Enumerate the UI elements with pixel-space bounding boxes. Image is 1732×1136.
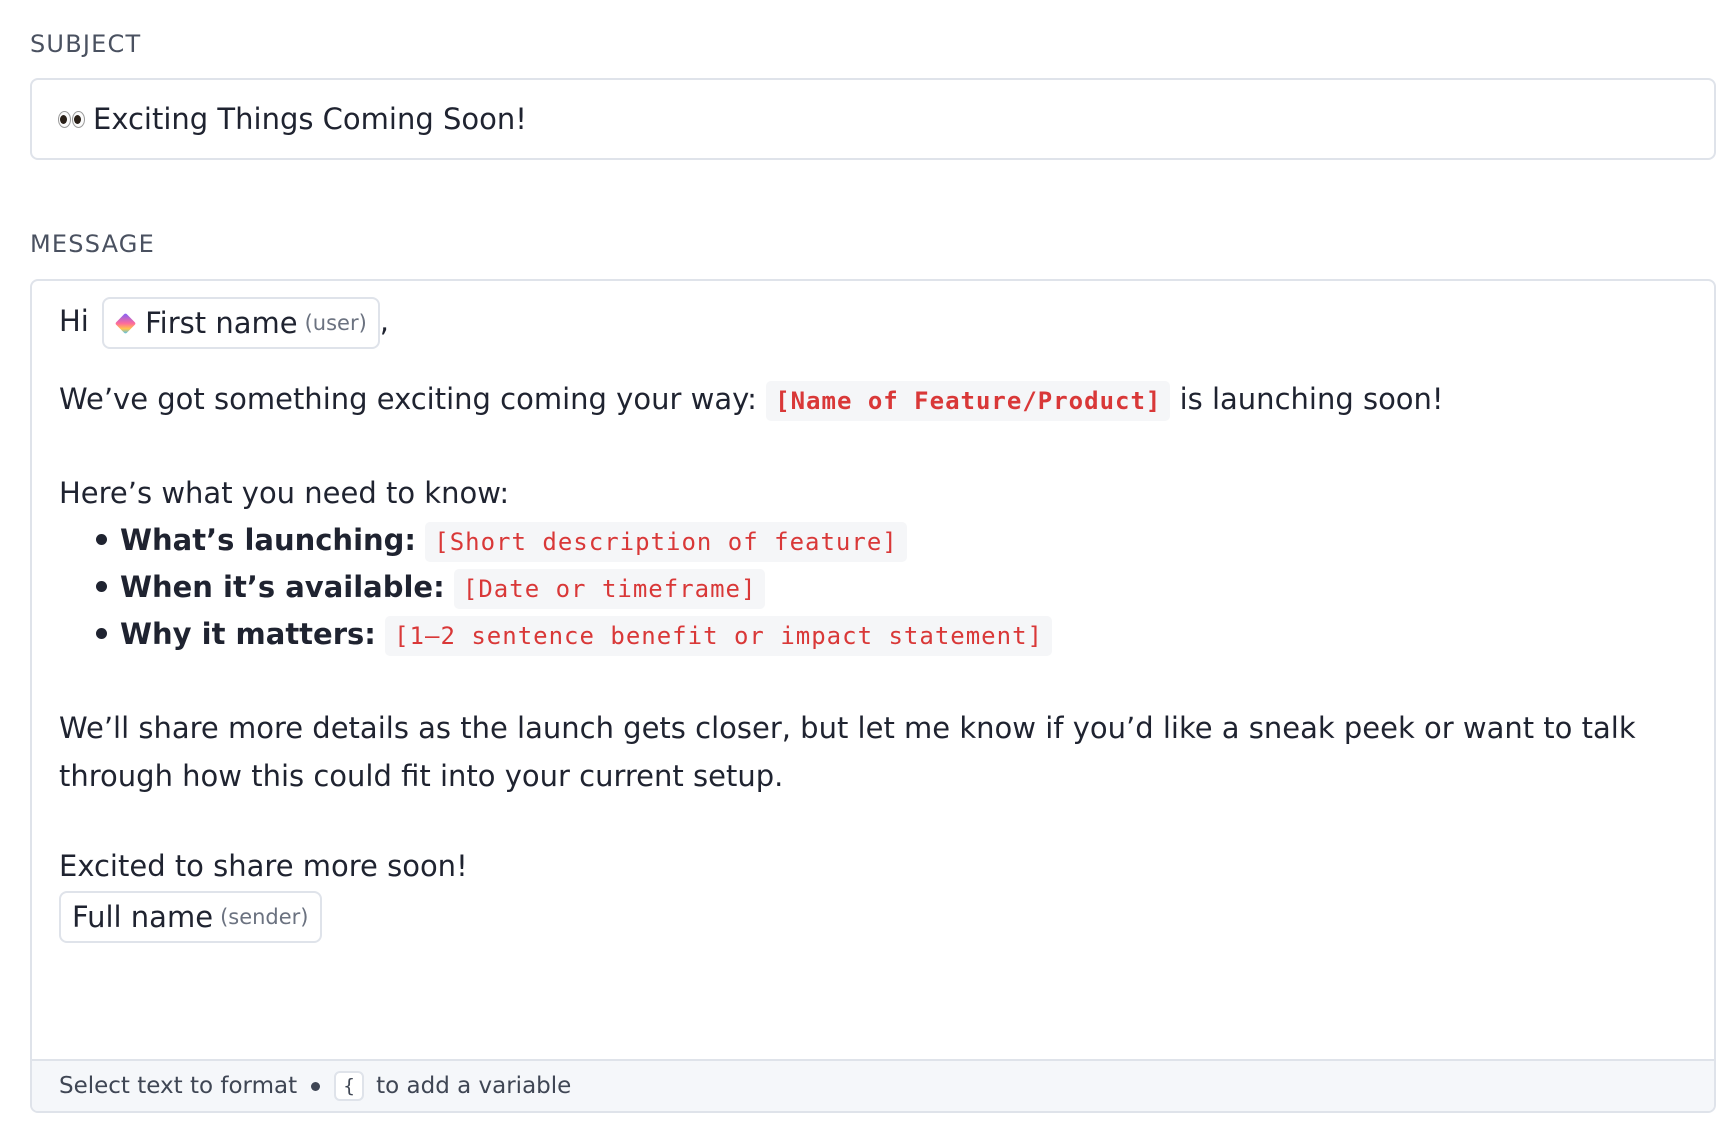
bullet-placeholder: [Short description of feature] — [425, 522, 907, 562]
eyes-icon — [58, 110, 85, 128]
intro-before-text: We’ve got something exciting coming your… — [59, 382, 757, 416]
first-name-variable-label: First name — [145, 306, 298, 340]
subject-label: SUBJECT — [30, 30, 142, 58]
sender-name-variable-chip[interactable]: Full name (sender) — [59, 891, 322, 943]
greeting-line: Hi First name (user) , — [59, 297, 389, 349]
bullet-item-launching: What’s launching: [Short description of … — [120, 516, 907, 566]
sender-name-variable-hint: (sender) — [220, 905, 309, 929]
sender-line: Full name (sender) — [59, 891, 322, 943]
first-name-variable-chip[interactable]: First name (user) — [102, 297, 380, 349]
separator-dot — [311, 1081, 321, 1091]
brace-key: { — [334, 1071, 365, 1101]
subject-text: Exciting Things Coming Soon! — [93, 102, 527, 136]
bullet-dot — [96, 534, 107, 545]
intro-after-text: is launching soon! — [1179, 382, 1444, 416]
variable-gem-icon — [114, 312, 137, 334]
greeting-comma: , — [379, 304, 390, 338]
first-name-variable-hint: (user) — [304, 311, 367, 335]
bullet-dot — [96, 581, 107, 592]
bullet-item-matters: Why it matters: [1–2 sentence benefit or… — [120, 610, 1052, 660]
greeting-text: Hi — [59, 304, 89, 338]
bullet-term: Why it matters: — [120, 617, 376, 651]
bullet-item-available: When it’s available: [Date or timeframe] — [120, 563, 766, 613]
editor-footer: Select text to format { to add a variabl… — [32, 1059, 1714, 1111]
closing-paragraph: We’ll share more details as the launch g… — [59, 711, 1636, 793]
variable-hint: to add a variable — [376, 1073, 572, 1099]
bullet-term: What’s launching: — [120, 523, 417, 557]
know-heading: Here’s what you need to know: — [59, 476, 510, 510]
message-editor[interactable]: Hi First name (user) , We’ve got somethi… — [30, 279, 1716, 1113]
sender-name-variable-label: Full name — [72, 900, 214, 934]
bullet-placeholder: [1–2 sentence benefit or impact statemen… — [385, 616, 1052, 656]
bullet-placeholder: [Date or timeframe] — [453, 569, 766, 609]
bullet-dot — [96, 628, 107, 639]
message-body[interactable]: Hi First name (user) , We’ve got somethi… — [32, 281, 1714, 1061]
bullet-term: When it’s available: — [120, 570, 445, 604]
message-label: MESSAGE — [30, 230, 155, 258]
format-hint: Select text to format — [59, 1073, 298, 1099]
subject-input[interactable]: Exciting Things Coming Soon! — [30, 78, 1716, 160]
intro-line: We’ve got something exciting coming your… — [59, 375, 1444, 425]
signoff-text: Excited to share more soon! — [59, 849, 468, 883]
feature-name-placeholder: [Name of Feature/Product] — [766, 381, 1171, 421]
